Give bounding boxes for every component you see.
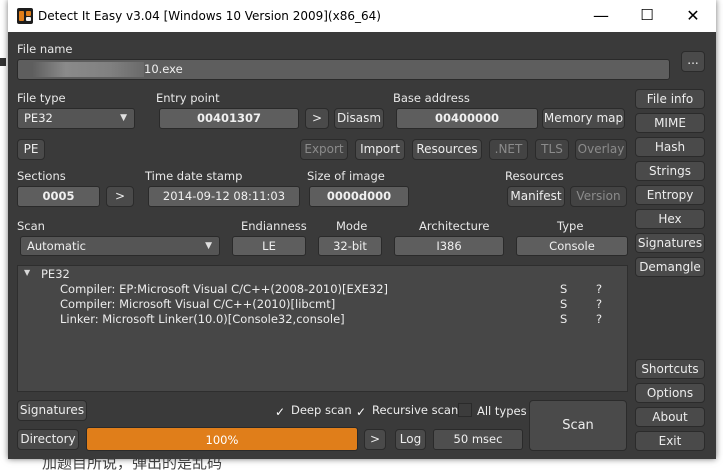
entropy-button[interactable]: Entropy <box>635 185 705 205</box>
deep-scan-checkbox[interactable]: ✓ Deep scan <box>274 403 352 419</box>
mode-label: Mode <box>336 219 368 233</box>
result-row-1[interactable]: Compiler: EP:Microsoft Visual C/C++(2008… <box>60 282 388 296</box>
result-row-3-s[interactable]: S <box>560 312 567 326</box>
scan-button[interactable]: Scan <box>529 400 627 451</box>
close-button[interactable]: ✕ <box>670 0 716 32</box>
options-button[interactable]: Options <box>635 383 705 403</box>
tree-collapse-icon[interactable]: ▼ <box>24 268 30 277</box>
manifest-button[interactable]: Manifest <box>507 186 565 207</box>
results-root[interactable]: PE32 <box>41 267 70 281</box>
recursive-scan-checkbox[interactable]: ✓ Recursive scan <box>355 403 458 419</box>
base-address-field[interactable]: 00400000 <box>396 108 538 129</box>
file-name-field[interactable]: 10.exe <box>17 59 670 80</box>
entry-point-next-button[interactable]: > <box>305 108 329 129</box>
entry-point-label: Entry point <box>156 91 220 105</box>
result-row-3-q[interactable]: ? <box>596 312 602 326</box>
scan-time-field: 50 msec <box>433 429 523 450</box>
progress-text: 100% <box>205 433 239 447</box>
strings-button[interactable]: Strings <box>635 161 705 181</box>
time-date-stamp-field[interactable]: 2014-09-12 08:11:03 <box>148 186 300 207</box>
die-window: Detect It Easy v3.04 [Windows 10 Version… <box>8 0 716 459</box>
window-title: Detect It Easy v3.04 [Windows 10 Version… <box>38 9 381 23</box>
background-mark <box>0 62 6 66</box>
base-address-label: Base address <box>393 91 470 105</box>
architecture-label: Architecture <box>419 219 490 233</box>
version-button[interactable]: Version <box>570 186 627 207</box>
sections-field[interactable]: 0005 <box>17 186 100 207</box>
file-name-value: 10.exe <box>144 62 183 76</box>
resources-label: Resources <box>505 169 564 183</box>
shortcuts-button[interactable]: Shortcuts <box>635 359 705 379</box>
sections-next-button[interactable]: > <box>106 186 134 207</box>
entry-point-field[interactable]: 00401307 <box>159 108 299 129</box>
sections-label: Sections <box>17 169 66 183</box>
chevron-down-icon: ▼ <box>205 241 212 251</box>
log-button[interactable]: Log <box>395 429 426 450</box>
tls-button[interactable]: TLS <box>535 139 569 160</box>
result-row-1-q[interactable]: ? <box>596 282 602 296</box>
resources-button[interactable]: Resources <box>412 139 482 160</box>
exit-button[interactable]: Exit <box>635 431 705 451</box>
demangle-button[interactable]: Demangle <box>635 257 705 277</box>
signatures-button[interactable]: Signatures <box>17 400 87 421</box>
endianness-label: Endianness <box>241 219 307 233</box>
import-button[interactable]: Import <box>355 139 405 160</box>
memory-map-button[interactable]: Memory map <box>542 108 625 129</box>
checkmark-icon: ✓ <box>355 405 367 419</box>
architecture-field[interactable]: I386 <box>394 236 504 256</box>
result-row-2-q[interactable]: ? <box>596 297 602 311</box>
hex-button[interactable]: Hex <box>635 209 705 229</box>
progress-next-button[interactable]: > <box>364 429 386 450</box>
pe-button[interactable]: PE <box>17 139 45 160</box>
file-type-select[interactable]: PE32 ▼ <box>17 108 135 129</box>
export-button[interactable]: Export <box>300 139 348 160</box>
result-row-3[interactable]: Linker: Microsoft Linker(10.0)[Console32… <box>60 312 345 326</box>
scan-value: Automatic <box>27 239 86 253</box>
scan-select[interactable]: Automatic ▼ <box>20 236 220 256</box>
redacted-path <box>32 62 144 77</box>
checkmark-icon: ✓ <box>274 405 286 419</box>
recursive-scan-label: Recursive scan <box>372 403 459 417</box>
minimize-button[interactable]: — <box>578 0 624 32</box>
file-type-value: PE32 <box>24 111 53 125</box>
size-of-image-field[interactable]: 0000d000 <box>309 186 409 207</box>
deep-scan-label: Deep scan <box>291 403 352 417</box>
mime-button[interactable]: MIME <box>635 113 705 133</box>
net-button[interactable]: .NET <box>489 139 528 160</box>
all-types-label: All types <box>477 404 527 418</box>
type-label: Type <box>557 219 584 233</box>
disasm-button[interactable]: Disasm <box>334 108 384 129</box>
maximize-button[interactable]: ☐ <box>624 0 670 32</box>
type-field[interactable]: Console <box>516 236 628 256</box>
browse-button[interactable]: ... <box>681 51 705 72</box>
result-row-1-s[interactable]: S <box>560 282 567 296</box>
file-info-button[interactable]: File info <box>635 89 705 109</box>
hash-button[interactable]: Hash <box>635 137 705 157</box>
title-bar: Detect It Easy v3.04 [Windows 10 Version… <box>8 0 716 32</box>
all-types-checkbox[interactable]: All types <box>458 403 527 418</box>
file-name-label: File name <box>17 42 73 56</box>
chevron-down-icon: ▼ <box>120 113 127 123</box>
checkbox-empty-icon <box>458 403 472 417</box>
progress-bar: 100% <box>86 427 358 451</box>
app-logo-icon <box>17 8 33 24</box>
about-button[interactable]: About <box>635 407 705 427</box>
overlay-button[interactable]: Overlay <box>575 139 627 160</box>
signatures-side-button[interactable]: Signatures <box>635 233 705 253</box>
result-row-2-s[interactable]: S <box>560 297 567 311</box>
scan-label: Scan <box>17 219 45 233</box>
time-date-stamp-label: Time date stamp <box>145 169 243 183</box>
mode-field[interactable]: 32-bit <box>318 236 382 256</box>
directory-button[interactable]: Directory <box>17 429 79 450</box>
endianness-field[interactable]: LE <box>232 236 306 256</box>
size-of-image-label: Size of image <box>307 169 385 183</box>
result-row-2[interactable]: Compiler: Microsoft Visual C/C++(2010)[l… <box>60 297 335 311</box>
file-type-label: File type <box>17 91 66 105</box>
